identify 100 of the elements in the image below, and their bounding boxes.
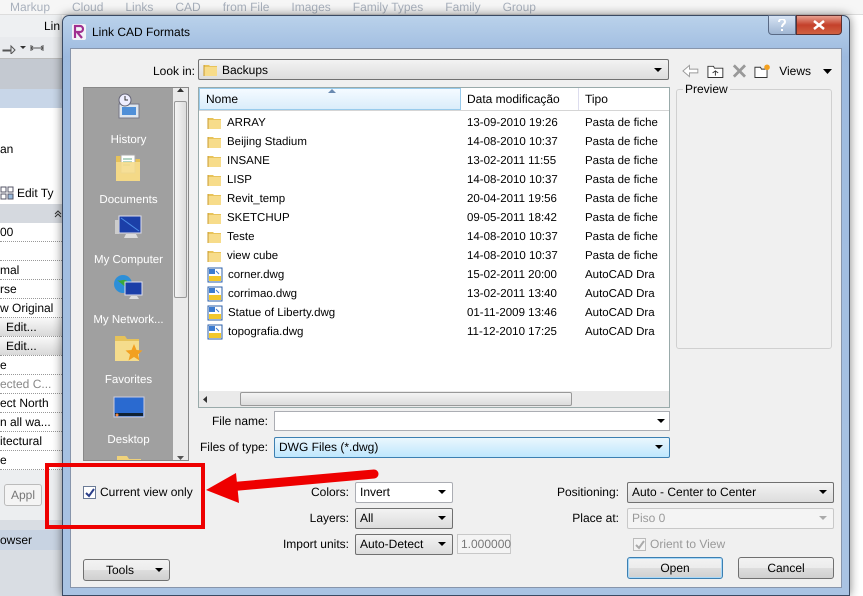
- file-name[interactable]: corrimao.dwg: [199, 286, 461, 302]
- caret-icon[interactable]: [20, 46, 26, 49]
- file-name[interactable]: LISP: [199, 172, 461, 187]
- file-name[interactable]: topografia.dwg: [199, 324, 461, 340]
- file-type: Pasta de fiche: [584, 154, 659, 166]
- file-type: Pasta de fiche: [584, 136, 659, 148]
- file-type: Pasta de fiche: [584, 250, 659, 262]
- file-type: Pasta de fiche: [584, 174, 659, 186]
- file-type: Pasta de fiche: [584, 230, 659, 242]
- file-name-label: File name:: [210, 414, 268, 428]
- file-date: 11-12-2010 17:25: [466, 326, 558, 338]
- edit-button[interactable]: Edit...: [0, 337, 62, 356]
- scroll-down-icon: [177, 456, 184, 460]
- tab-label[interactable]: Lin: [44, 19, 60, 33]
- file-name[interactable]: ARRAY: [199, 115, 461, 130]
- edit-button[interactable]: Edit...: [0, 318, 62, 337]
- file-date: 01-11-2009 13:46: [466, 306, 558, 318]
- dwg-file-icon: [207, 286, 223, 302]
- file-date: 15-02-2011 20:00: [466, 268, 558, 280]
- colors-dropdown[interactable]: Invert: [355, 482, 453, 502]
- dwg-file-icon: [207, 324, 223, 340]
- file-date: 13-02-2011 11:55: [466, 154, 558, 166]
- folder-icon: [207, 248, 222, 263]
- file-name[interactable]: Teste: [199, 229, 461, 244]
- folder-icon: [207, 229, 222, 244]
- new-folder-icon[interactable]: [754, 63, 772, 79]
- file-type: Pasta de fiche: [584, 212, 659, 224]
- caret-icon: [438, 490, 446, 494]
- preview-label: Preview: [683, 82, 730, 96]
- file-date: 13-09-2010 19:26: [466, 116, 559, 128]
- app-logo-icon: [72, 24, 86, 40]
- edit-type-icon: [0, 186, 14, 200]
- file-name[interactable]: view cube: [199, 248, 461, 263]
- file-type-label: Files of type:: [198, 440, 268, 454]
- folder-icon: [207, 153, 222, 168]
- caret-icon: [655, 445, 663, 449]
- file-name[interactable]: Beijing Stadium: [199, 134, 461, 149]
- file-date: 14-08-2010 10:37: [466, 250, 559, 262]
- measure-icon[interactable]: [30, 42, 44, 52]
- folder-icon: [203, 62, 218, 77]
- column-header[interactable]: Tipo: [579, 88, 669, 110]
- file-type-dropdown[interactable]: DWG Files (*.dwg): [274, 436, 670, 458]
- positioning-label: Positioning:: [556, 484, 619, 501]
- panel-header: [0, 89, 62, 108]
- file-name[interactable]: Statue of Liberty.dwg: [199, 304, 461, 320]
- caret-icon: [819, 516, 827, 520]
- apply-button[interactable]: Appl: [4, 484, 42, 506]
- file-date: 14-08-2010 10:37: [466, 174, 559, 186]
- file-date: 20-04-2011 19:56: [466, 192, 558, 204]
- caret-icon: [438, 516, 446, 520]
- views-button[interactable]: Views: [779, 64, 832, 78]
- scale-factor-field: 1.000000: [457, 534, 511, 554]
- vertical-scrollbar[interactable]: [173, 88, 188, 460]
- horizontal-scrollbar[interactable]: [199, 391, 669, 407]
- folder-icon: [207, 115, 222, 130]
- file-type: AutoCAD Dra: [584, 288, 656, 300]
- collapse-icon[interactable]: [54, 210, 62, 218]
- import-units-dropdown[interactable]: Auto-Detect: [355, 534, 453, 554]
- dwg-file-icon: [207, 304, 223, 320]
- layers-dropdown[interactable]: All: [355, 508, 453, 528]
- file-type: Pasta de fiche: [584, 192, 659, 204]
- file-type: AutoCAD Dra: [584, 268, 656, 280]
- scroll-up-icon: [177, 88, 184, 92]
- help-button[interactable]: [768, 15, 796, 35]
- back-arrow-icon[interactable]: [682, 64, 699, 78]
- file-name[interactable]: corner.dwg: [199, 266, 461, 282]
- import-units-label: Import units:: [282, 536, 349, 553]
- up-folder-icon[interactable]: [706, 63, 724, 79]
- window-title: Link CAD Formats: [92, 25, 192, 39]
- file-date: 13-02-2011 13:40: [466, 288, 558, 300]
- cancel-button[interactable]: Cancel: [738, 557, 834, 579]
- caret-icon: [155, 568, 163, 572]
- place-at-label: Place at:: [571, 510, 619, 527]
- folder-icon: [207, 191, 222, 206]
- caret-icon: [819, 490, 827, 494]
- file-name[interactable]: INSANE: [199, 153, 461, 168]
- scroll-left-icon: [203, 396, 207, 402]
- positioning-dropdown[interactable]: Auto - Center to Center: [627, 482, 834, 502]
- type-name: an: [0, 142, 14, 156]
- current-view-checkbox[interactable]: Current view only: [83, 479, 267, 505]
- layers-label: Layers:: [308, 510, 349, 527]
- toolbar-panel: [0, 59, 62, 89]
- file-name-input[interactable]: [274, 411, 670, 431]
- column-header[interactable]: Nome: [199, 88, 461, 110]
- place-at-dropdown: Piso 0: [627, 508, 834, 528]
- column-header[interactable]: Data modificação: [461, 88, 579, 110]
- sort-arrow-icon: [328, 89, 336, 93]
- close-icon: [813, 20, 825, 30]
- look-in-dropdown[interactable]: Backups: [198, 59, 669, 80]
- file-type: AutoCAD Dra: [584, 306, 656, 318]
- file-name[interactable]: SKETCHUP: [199, 210, 461, 225]
- file-name[interactable]: Revit_temp: [199, 191, 461, 206]
- tools-button[interactable]: Tools: [83, 559, 170, 581]
- file-type: AutoCAD Dra: [584, 326, 656, 338]
- open-button[interactable]: Open: [627, 557, 723, 579]
- dwg-file-icon: [207, 266, 223, 282]
- folder-icon: [207, 210, 222, 225]
- colors-label: Colors:: [310, 484, 349, 501]
- close-button[interactable]: [796, 15, 842, 35]
- look-in-label: Look in:: [152, 63, 195, 80]
